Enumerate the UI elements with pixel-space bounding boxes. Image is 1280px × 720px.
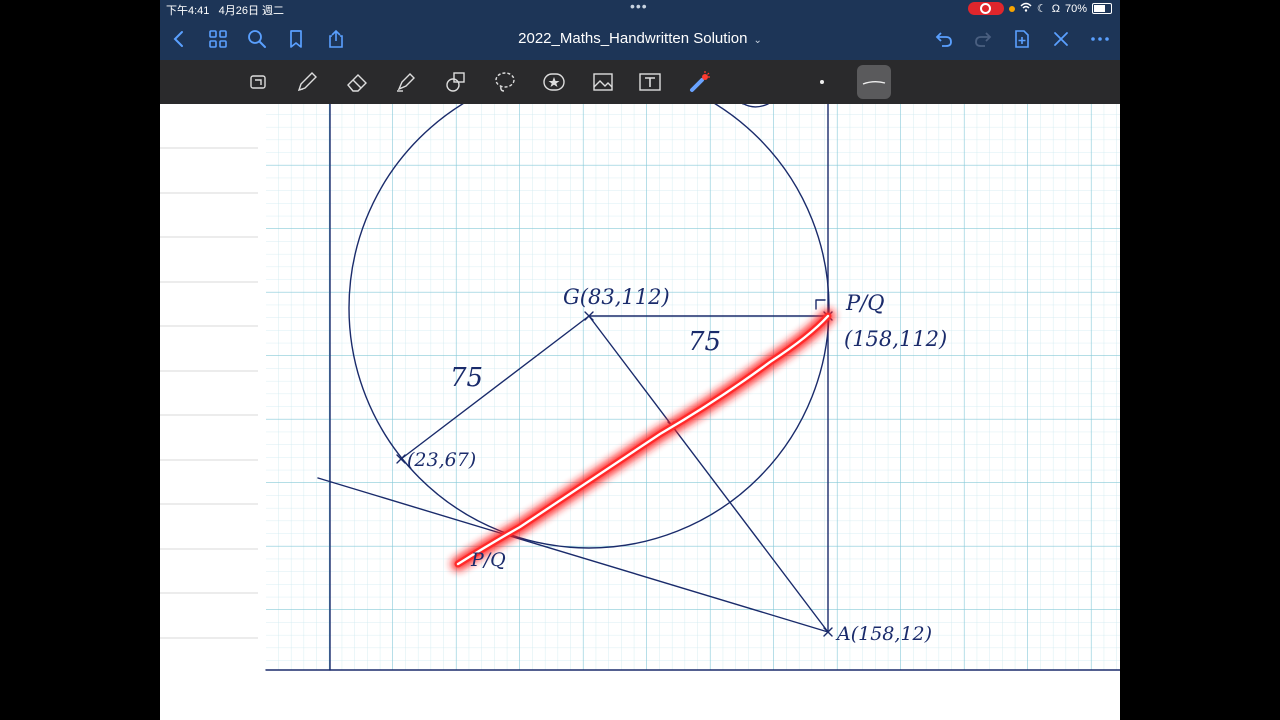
laser-pointer-icon[interactable]	[686, 68, 714, 96]
mic-indicator-icon	[1008, 5, 1015, 12]
stroke-curve-icon	[862, 81, 886, 85]
wifi-icon	[1020, 2, 1032, 15]
lasso-icon[interactable]	[491, 68, 519, 96]
moon-icon: ☾	[1036, 3, 1047, 15]
eraser-icon[interactable]	[343, 68, 371, 96]
navigation-bar: 2022_Maths_Handwritten Solution ⌄	[160, 18, 1120, 60]
label-point-23-67: (23,67)	[407, 449, 476, 471]
pen-size-dot[interactable]	[820, 80, 824, 84]
label-PQ-right-coord: (158,112)	[844, 327, 947, 351]
highlighter-icon[interactable]	[392, 68, 420, 96]
stroke-style-button[interactable]	[857, 65, 891, 99]
label-A: A(158,12)	[835, 623, 932, 645]
ipad-screen: 下午4:41 4月26日 週二 ••• ☾ Ω 70% 2022_Maths_H…	[160, 0, 1120, 720]
label-length-75-slanted: 75	[450, 363, 483, 393]
ruled-lines	[160, 147, 258, 639]
label-length-75-horizontal: 75	[688, 327, 721, 357]
screen-record-icon[interactable]	[967, 2, 1004, 15]
note-canvas[interactable]: G(83,112) P/Q (158,112) 75 75 (23,67) P/…	[160, 104, 1120, 720]
status-time: 下午4:41	[166, 5, 210, 17]
undo-icon[interactable]	[931, 26, 957, 52]
image-icon[interactable]	[589, 68, 617, 96]
battery-icon	[1092, 3, 1112, 14]
chevron-down-icon: ⌄	[753, 35, 762, 46]
status-date: 4月26日 週二	[218, 5, 285, 17]
document-title-text: 2022_Maths_Handwritten Solution	[518, 30, 748, 47]
status-bar: 下午4:41 4月26日 週二 ••• ☾ Ω 70%	[160, 0, 1120, 18]
close-icon[interactable]	[1048, 26, 1074, 52]
add-page-icon[interactable]	[1009, 26, 1035, 52]
label-PQ-left: P/Q	[470, 549, 506, 571]
battery-percent: 70%	[1064, 2, 1087, 15]
shapes-icon[interactable]	[442, 68, 470, 96]
drawing-toolbar	[160, 60, 1120, 104]
graph-paper	[266, 104, 1120, 670]
pen-icon[interactable]	[293, 68, 321, 96]
status-time-date: 下午4:41 4月26日 週二	[166, 2, 284, 18]
status-indicators: ☾ Ω 70%	[967, 2, 1112, 15]
more-icon[interactable]	[1087, 26, 1113, 52]
label-G: G(83,112)	[563, 285, 670, 309]
redo-icon[interactable]	[970, 26, 996, 52]
text-icon[interactable]	[636, 68, 664, 96]
multitasking-dots-icon[interactable]: •••	[630, 0, 648, 14]
lasso-crop-icon[interactable]	[244, 68, 272, 96]
headphones-icon: Ω	[1051, 2, 1060, 15]
label-PQ-right: P/Q	[845, 291, 884, 315]
sticker-icon[interactable]	[540, 68, 568, 96]
